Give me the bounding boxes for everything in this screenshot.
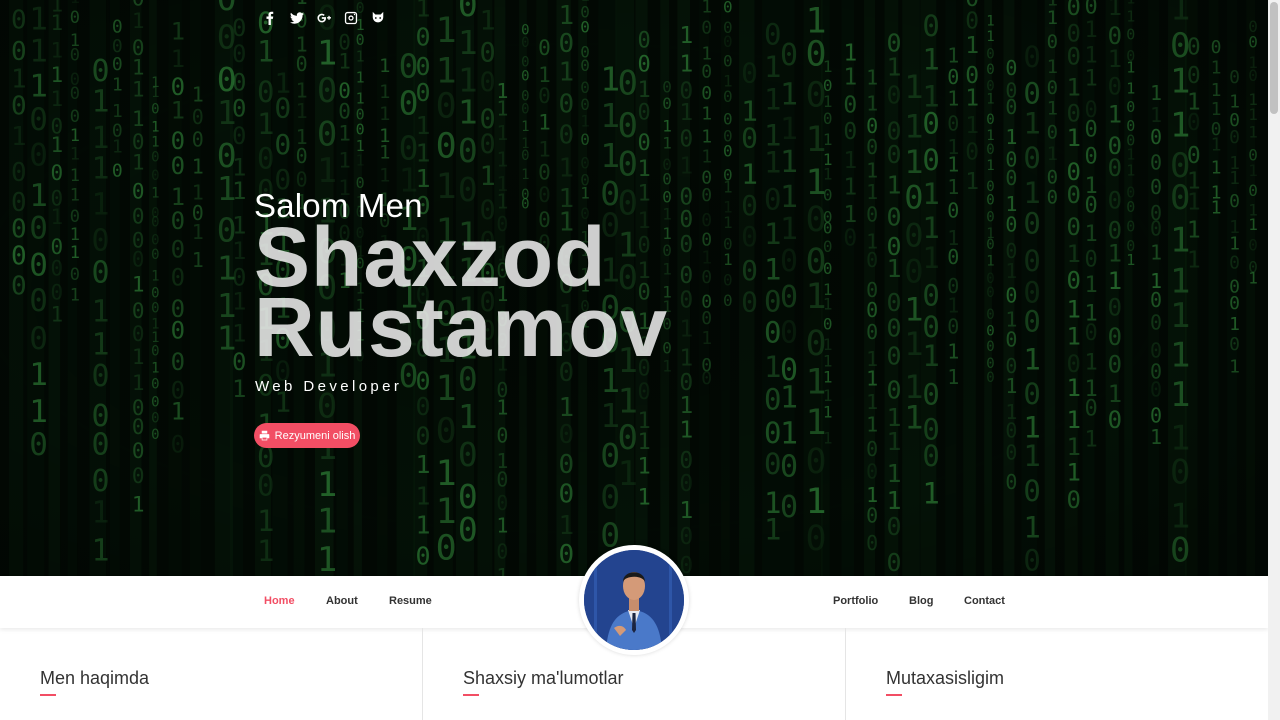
social-links	[262, 10, 386, 26]
nav-about[interactable]: About	[326, 595, 358, 607]
facebook-icon[interactable]	[262, 10, 278, 26]
section-title-personal-info: Shaxsiy ma'lumotlar	[463, 668, 624, 688]
nav-home[interactable]: Home	[264, 595, 295, 607]
hero-role: Web Developer	[255, 378, 403, 395]
hero-last-name: Rustamov	[254, 280, 669, 374]
section-underline	[40, 694, 56, 696]
download-cv-label: Rezyumeni olish	[274, 429, 356, 442]
hero-section: 1001010000011100100001101111101001000101…	[0, 0, 1268, 576]
nav-resume[interactable]: Resume	[389, 595, 432, 607]
section-title-expertise: Mutaxasisligim	[886, 668, 1005, 688]
scrollbar-thumb[interactable]	[1270, 2, 1278, 114]
github-icon[interactable]	[370, 10, 386, 26]
page-scrollbar[interactable]	[1268, 0, 1280, 720]
twitter-icon[interactable]	[289, 10, 305, 26]
column-divider	[422, 628, 423, 720]
instagram-icon[interactable]	[343, 10, 359, 26]
nav-contact[interactable]: Contact	[964, 595, 1005, 607]
section-underline	[886, 694, 902, 696]
nav-blog[interactable]: Blog	[909, 595, 933, 607]
nav-portfolio[interactable]: Portfolio	[833, 595, 878, 607]
printer-icon	[259, 430, 269, 441]
column-divider	[845, 628, 846, 720]
download-cv-button[interactable]: Rezyumeni olish	[254, 423, 360, 448]
info-columns: Men haqimda Shaxsiy ma'lumotlar Mutaxasi…	[0, 628, 1268, 720]
section-underline	[463, 694, 479, 696]
section-title-about: Men haqimda	[40, 668, 150, 688]
hero-name: Shaxzod Rustamov	[254, 215, 669, 374]
google-plus-icon[interactable]	[316, 10, 332, 26]
